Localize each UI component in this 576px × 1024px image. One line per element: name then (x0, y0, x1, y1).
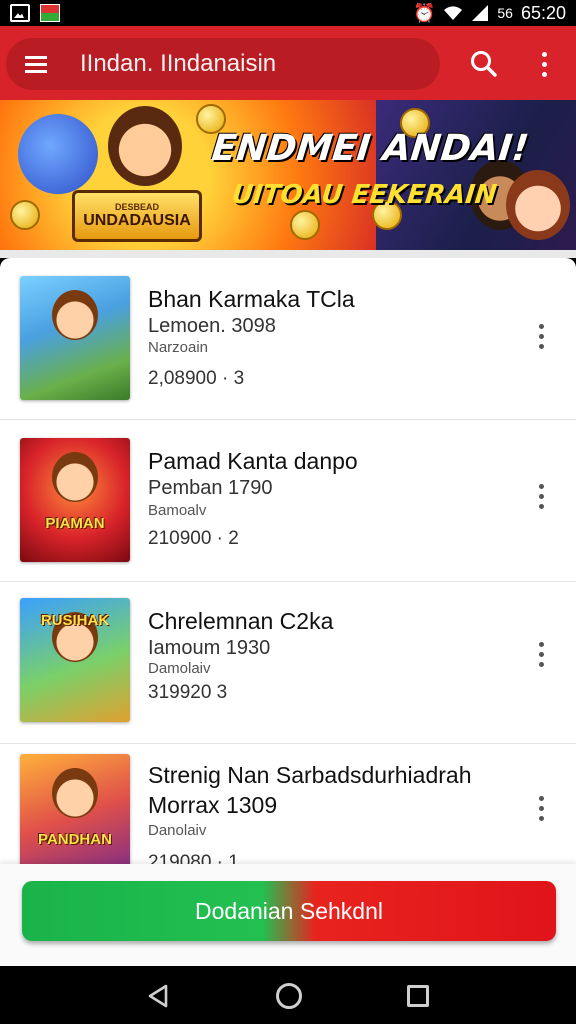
item-subtitle: Iamoum 1930 (148, 637, 271, 659)
search-button[interactable] (462, 42, 506, 86)
list-item[interactable]: Bhan Karmaka TCla Lemoen. 3098 Narzoain … (0, 258, 576, 420)
item-meta: Narzoain (148, 339, 209, 356)
hero-character (108, 106, 182, 186)
list-item[interactable]: PANDHAN Strenig Nan Sarbadsdurhiadrah Mo… (0, 734, 576, 864)
cover-character (52, 290, 98, 340)
item-thumbnail: PANDHAN (20, 754, 130, 864)
more-vert-icon (538, 483, 544, 509)
item-title: Chrelemnan C2ka (148, 608, 334, 634)
item-stats: 210900 · 2 (148, 528, 239, 549)
item-list: Bhan Karmaka TCla Lemoen. 3098 Narzoain … (0, 258, 576, 864)
girl-character (506, 170, 570, 240)
item-more-button[interactable] (528, 636, 554, 672)
title-pill[interactable]: IIndan. IIndanaisin (6, 38, 440, 90)
status-bar: ⏰ 56 65:20 (0, 0, 576, 26)
item-thumbnail: RUSIHAK (20, 598, 130, 722)
item-stats: 2,08900 · 3 (148, 368, 245, 389)
cover-text: RUSIHAK (40, 612, 110, 629)
system-nav-bar (0, 966, 576, 1024)
more-vert-icon (541, 51, 547, 77)
item-stats: 319920 3 (148, 682, 228, 703)
menu-icon[interactable] (6, 38, 66, 90)
alarm-icon: ⏰ (412, 2, 436, 23)
app-toolbar: IIndan. IIndanaisin (0, 26, 576, 100)
coin-icon (290, 210, 320, 240)
item-more-button[interactable] (528, 790, 554, 826)
search-icon (471, 51, 497, 77)
logo-big-text: UNDADAUSIA (83, 212, 191, 229)
item-more-button[interactable] (528, 478, 554, 514)
network-label: 56 (497, 5, 513, 21)
coin-icon (10, 200, 40, 230)
item-title: Bhan Karmaka TCla (148, 286, 355, 312)
banner-title: ENDMEI ANDAI! (209, 128, 531, 169)
item-title: Pamad Kanta danpo (148, 448, 358, 474)
download-button[interactable]: Dodanian Sehkdnl (22, 881, 556, 941)
mascot-character (18, 114, 98, 194)
back-icon[interactable] (146, 984, 170, 1008)
item-more-button[interactable] (528, 318, 554, 354)
banner-logo: DESBEAD UNDADAUSIA (72, 190, 202, 242)
item-subtitle: Lemoen. 3098 (148, 315, 276, 337)
banner-subtitle: UITOAU EEKERAIN (230, 180, 499, 210)
item-meta: Bamoalv (148, 502, 207, 519)
item-meta: Damolaiv (148, 660, 211, 677)
item-thumbnail: PIAMAN (20, 438, 130, 562)
cover-character (52, 768, 98, 818)
list-item[interactable]: PIAMAN Pamad Kanta danpo Pemban 1790 Bam… (0, 420, 576, 582)
item-subtitle: Morrax 1309 (148, 792, 278, 818)
wifi-icon (444, 6, 463, 21)
item-subtitle: Pemban 1790 (148, 477, 273, 499)
signal-icon (472, 5, 489, 21)
divider (0, 250, 576, 258)
list-item[interactable]: RUSIHAK Chrelemnan C2ka Iamoum 1930 Damo… (0, 582, 576, 744)
clock: 65:20 (520, 2, 566, 23)
app-notification-icon (40, 4, 60, 22)
item-stats: 219080 · 1 (148, 852, 239, 864)
item-title: Strenig Nan Sarbadsdurhiadrah (148, 762, 472, 788)
bottom-action-area: Dodanian Sehkdnl (0, 864, 576, 966)
more-vert-icon (538, 323, 544, 349)
promo-banner[interactable]: DESBEAD UNDADAUSIA ENDMEI ANDAI! UITOAU … (0, 100, 576, 250)
cover-text: PIAMAN (45, 515, 105, 532)
logo-small-text: DESBEAD (114, 202, 159, 212)
more-vert-icon (538, 795, 544, 821)
item-meta: Danolaiv (148, 822, 207, 839)
item-thumbnail (20, 276, 130, 400)
gallery-notification-icon (10, 4, 30, 22)
app-title: IIndan. IIndanaisin (80, 50, 277, 77)
more-vert-icon (538, 641, 544, 667)
overflow-menu-button[interactable] (524, 42, 564, 86)
home-icon[interactable] (276, 983, 302, 1009)
cover-text: PANDHAN (38, 831, 112, 848)
recents-icon[interactable] (407, 985, 429, 1007)
cover-character (52, 452, 98, 502)
